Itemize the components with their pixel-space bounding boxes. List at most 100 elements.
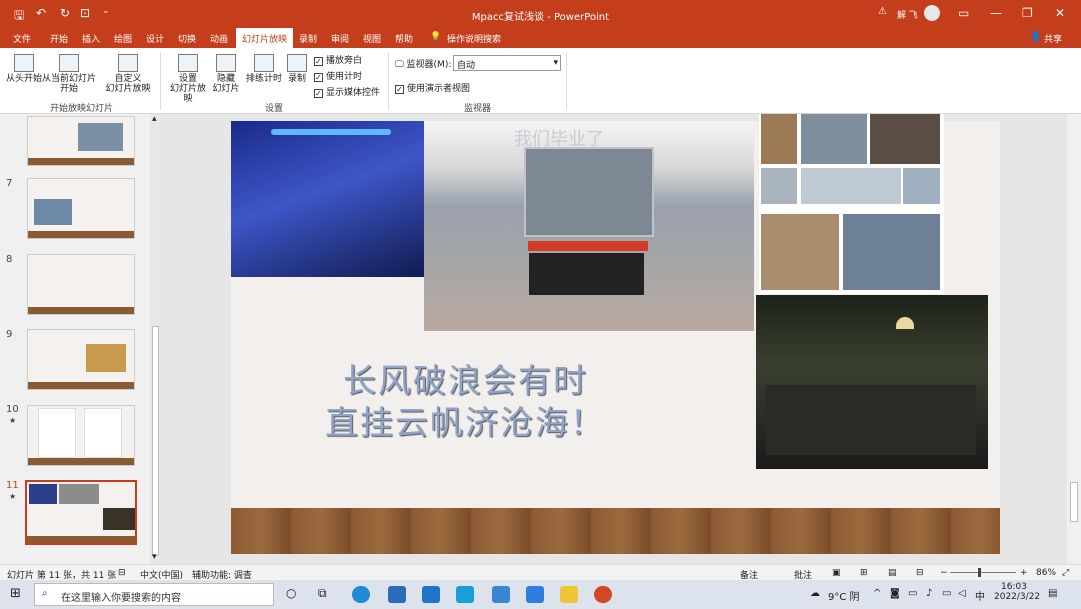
photo-watermark: 我们毕业了 (514, 129, 604, 150)
slide-thumbnail-9[interactable] (27, 329, 135, 390)
windows-start-icon[interactable]: ⊞ (10, 586, 21, 601)
tell-me-search[interactable]: 操作说明搜索 (447, 32, 501, 45)
slide-number: 11 (6, 480, 19, 491)
from-current-button[interactable]: 从当前幻灯片 开始 (42, 54, 96, 94)
slide-thumbnail-10[interactable] (27, 405, 135, 466)
tab-review[interactable]: 审阅 (331, 32, 349, 45)
thumb-image (29, 484, 57, 504)
photo-dinner-group[interactable] (756, 295, 988, 469)
normal-view-icon[interactable]: ▣ (832, 568, 841, 578)
reading-view-icon[interactable]: ▤ (888, 568, 897, 578)
app-icon[interactable] (492, 586, 510, 603)
fit-to-window-icon[interactable]: ⤢ (1062, 568, 1069, 578)
network-icon[interactable]: ▭ (942, 588, 951, 599)
tray-expand-icon[interactable]: ^ (873, 588, 881, 599)
hide-slide-icon (216, 54, 236, 72)
rehearse-timings-button[interactable]: 排练计时 (246, 54, 282, 84)
current-slide[interactable]: 我们毕业了 长风破浪会有时 直挂云帆济沧海！ (231, 114, 1000, 554)
slide-thumbnail-8[interactable] (27, 254, 135, 315)
from-start-button[interactable]: 从头开始 (6, 54, 42, 84)
tray-icon[interactable]: ▭ (908, 588, 917, 599)
zoom-slider[interactable] (950, 572, 1016, 573)
show-media-checkbox[interactable]: ✓ 显示媒体控件 (314, 85, 380, 98)
tab-help[interactable]: 帮助 (395, 32, 413, 45)
share-button[interactable]: 共享 (1044, 32, 1062, 45)
hide-slide-button[interactable]: 隐藏 幻灯片 (212, 54, 240, 94)
play-narration-checkbox[interactable]: ✓ 播放旁白 (314, 53, 362, 66)
edge-icon[interactable] (352, 586, 370, 603)
tab-animations[interactable]: 动画 (210, 32, 228, 45)
tab-insert[interactable]: 插入 (82, 32, 100, 45)
slide-sorter-icon[interactable]: ⊞ (860, 568, 868, 578)
tab-design[interactable]: 设计 (146, 32, 164, 45)
volume-icon[interactable]: ◁ (958, 588, 966, 599)
file-explorer-icon[interactable] (560, 586, 578, 603)
ime-indicator[interactable]: 中 (975, 588, 985, 603)
tab-record[interactable]: 录制 (299, 32, 317, 45)
close-icon[interactable]: ✕ (1055, 6, 1065, 20)
collage-tile (761, 168, 797, 204)
microphone-icon[interactable]: ♪ (926, 588, 932, 599)
warning-icon[interactable]: ⚠ (878, 6, 887, 17)
collage-tile (761, 114, 797, 164)
custom-slideshow-button[interactable]: 自定义 幻灯片放映 (102, 54, 154, 94)
zoom-out-icon[interactable]: − (940, 568, 948, 578)
slide-thumbnail-7[interactable] (27, 178, 135, 239)
slide-text-line-2[interactable]: 直挂云帆济沧海！ (325, 396, 605, 444)
restore-icon[interactable]: ❐ (1022, 6, 1033, 20)
monitor-select[interactable]: 自动 ▾ (453, 55, 561, 71)
cortana-icon[interactable]: ○ (286, 586, 296, 600)
ribbon-display-icon[interactable]: ▭ (958, 6, 969, 20)
slide-text-line-1[interactable]: 长风破浪会有时 (343, 354, 588, 402)
group-start-label: 开始放映幻灯片 (50, 104, 114, 114)
spellcheck-icon[interactable]: ⊟ (118, 568, 126, 578)
store-icon[interactable] (388, 586, 406, 603)
setup-slideshow-button[interactable]: 设置 幻灯片放映 (166, 54, 210, 104)
group-divider (566, 52, 567, 110)
slide-thumbnail-11[interactable] (25, 480, 137, 545)
presenter-view-checkbox[interactable]: ✓ 使用演示者视图 (395, 81, 470, 94)
tray-icon[interactable]: ◙ (890, 588, 900, 599)
tab-file[interactable]: 文件 (13, 32, 31, 45)
zoom-level[interactable]: 86% (1036, 568, 1056, 578)
notifications-icon[interactable]: ▤ (1048, 588, 1057, 599)
avatar[interactable] (924, 5, 940, 21)
photo-collage[interactable] (759, 114, 944, 294)
scroll-up-icon[interactable]: ▴ (152, 114, 157, 124)
search-icon: ⌕ (42, 588, 48, 599)
photo-ktv-group[interactable] (231, 121, 430, 277)
weather-status[interactable]: 9°C 阴 (828, 588, 860, 603)
tab-home[interactable]: 开始 (50, 32, 68, 45)
editor-scrollbar[interactable] (1067, 114, 1081, 564)
scroll-down-icon[interactable]: ▾ (152, 552, 157, 562)
zoom-in-icon[interactable]: + (1020, 568, 1028, 578)
slideshow-start-icon (14, 54, 34, 72)
clock[interactable]: 16:03 2022/3/22 (994, 582, 1040, 602)
app-icon[interactable] (526, 586, 544, 603)
weather-icon[interactable]: ☁ (810, 588, 820, 599)
zoom-slider-thumb[interactable] (978, 568, 981, 577)
slide-thumbnail-6[interactable] (27, 116, 135, 166)
photo-building (524, 147, 654, 237)
app-icon[interactable] (456, 586, 474, 603)
minimize-icon[interactable]: — (990, 6, 1002, 20)
task-view-icon[interactable]: ⧉ (318, 586, 327, 601)
powerpoint-icon[interactable] (594, 586, 612, 603)
share-icon[interactable]: 👤 (1030, 32, 1041, 42)
tab-slideshow[interactable]: 幻灯片放映 (236, 28, 294, 48)
tab-view[interactable]: 视图 (363, 32, 381, 45)
use-timings-checkbox[interactable]: ✓ 使用计时 (314, 69, 362, 82)
user-name[interactable]: 解 飞 (897, 8, 918, 21)
tab-transitions[interactable]: 切换 (178, 32, 196, 45)
scroll-thumb[interactable] (1070, 482, 1078, 522)
record-button[interactable]: 录制 (286, 54, 308, 84)
tab-draw[interactable]: 绘图 (114, 32, 132, 45)
thumb-image (103, 508, 135, 530)
slideshow-view-icon[interactable]: ⊟ (916, 568, 924, 578)
taskbar-search[interactable]: ⌕ 在这里输入你要搜索的内容 (34, 583, 274, 606)
photo-graduation[interactable]: 我们毕业了 (424, 121, 754, 331)
thumbnail-scrollbar[interactable]: ▴ ▾ (150, 114, 161, 564)
mail-icon[interactable] (422, 586, 440, 603)
scroll-thumb[interactable] (152, 326, 159, 556)
slide-number: 10 (6, 404, 19, 415)
